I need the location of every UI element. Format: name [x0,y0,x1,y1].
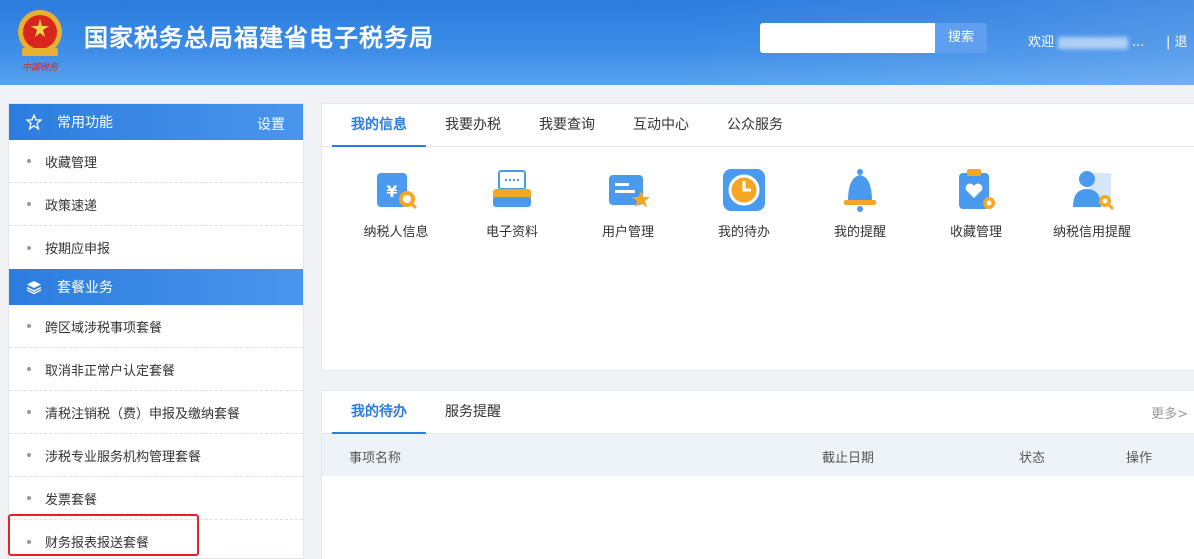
quick-label: 我的待办 [717,225,770,240]
user-name-masked [1058,36,1129,49]
sidebar-item-label: 政策速递 [45,198,98,214]
quick-label: 我的提醒 [833,225,886,240]
tab-my-todo[interactable]: 我的待办 [332,391,426,434]
quick-todo[interactable]: 我的待办 [686,165,802,240]
todo-tabs: 我的待办 服务提醒 [322,391,1194,434]
bullet-icon [27,202,31,206]
sidebar-item-label: 取消非正常户认定套餐 [45,363,176,379]
sidebar-item-label: 跨区域涉税事项套餐 [45,320,163,336]
site-header: 中国税务 国家税务总局福建省电子税务局 搜索 欢迎... | 退 [0,0,1194,85]
sidebar: 常用功能 设置 收藏管理 政策速递 按期应申报 套餐业务 跨区域涉税事项套餐 取… [8,103,304,559]
sidebar-item-label: 涉税专业服务机构管理套餐 [45,449,202,465]
info-tabs: 我的信息 我要办税 我要查询 互动中心 公众服务 [322,104,1194,147]
sidebar-item-cross-region[interactable]: 跨区域涉税事项套餐 [9,305,303,348]
site-title: 国家税务总局福建省电子税务局 [84,24,434,52]
tab-my-info[interactable]: 我的信息 [332,104,426,147]
quick-label: 电子资料 [485,225,538,240]
user-greeting-suffix: ... [1132,35,1145,50]
national-emblem-icon: 中国税务 [18,10,62,73]
column-item-name: 事项名称 [349,451,402,466]
search-input[interactable] [760,23,935,53]
todo-table-header: 事项名称 截止日期 状态 操作 [322,434,1194,476]
bullet-icon [27,245,31,250]
column-status: 状态 [1019,451,1046,466]
quick-favorites[interactable]: 收藏管理 [918,165,1034,240]
sidebar-item-tax-agency[interactable]: 涉税专业服务机构管理套餐 [9,434,303,477]
user-greeting-prefix: 欢迎 [1028,35,1055,50]
column-action: 操作 [1126,451,1153,466]
sidebar-section-title: 常用功能 [57,115,113,131]
user-management-icon [609,175,650,207]
column-deadline: 截止日期 [822,451,875,466]
logout-link[interactable]: | 退 [1166,31,1188,50]
sidebar-item-cancel-abnormal[interactable]: 取消非正常户认定套餐 [9,348,303,391]
quick-user-management[interactable]: 用户管理 [570,165,686,240]
svg-text:中国税务: 中国税务 [22,62,59,73]
more-link[interactable]: 更多> [1151,403,1188,422]
quick-taxpayer-info[interactable]: ¥ 纳税人信息 [338,165,454,240]
star-icon [25,113,43,131]
quick-reminder[interactable]: 我的提醒 [802,165,918,240]
todo-clock-icon [723,169,765,211]
quick-icons: ¥ 纳税人信息 电子资料 用户管理 我的待办 我的提醒 收藏管理 纳税信用提醒 [322,165,1194,240]
taxpayer-info-icon: ¥ [377,173,418,210]
bullet-icon [27,410,31,414]
tab-service-reminder[interactable]: 服务提醒 [426,391,520,433]
e-document-icon [493,170,531,207]
quick-e-document[interactable]: 电子资料 [454,165,570,240]
bullet-icon [27,367,31,371]
tab-interaction[interactable]: 互动中心 [614,104,708,146]
sidebar-item-periodic-filing[interactable]: 按期应申报 [9,226,303,269]
bell-icon [844,169,876,212]
quick-label: 纳税信用提醒 [1052,225,1131,240]
info-panel: 我的信息 我要办税 我要查询 互动中心 公众服务 ¥ 纳税人信息 电子资料 用户… [321,103,1194,371]
sidebar-item-label: 按期应申报 [45,242,111,257]
sidebar-section-title: 套餐业务 [57,280,113,296]
user-greeting[interactable]: 欢迎... [1028,31,1144,50]
todo-panel: 我的待办 服务提醒 更多> 事项名称 截止日期 状态 操作 [321,390,1194,559]
quick-label: 纳税人信息 [363,225,429,240]
quick-label: 收藏管理 [949,225,1002,240]
favorites-icon [959,169,995,209]
quick-label: 用户管理 [601,225,654,240]
layers-icon [25,278,43,296]
tab-query[interactable]: 我要查询 [520,104,614,146]
highlight-box [8,514,199,556]
quick-credit-reminder[interactable]: 纳税信用提醒 [1034,165,1150,240]
tab-do-tax[interactable]: 我要办税 [426,104,520,146]
tab-public-service[interactable]: 公众服务 [708,104,802,146]
sidebar-section-packages[interactable]: 套餐业务 [9,269,303,305]
credit-reminder-icon [1073,171,1115,211]
bullet-icon [27,453,31,457]
sidebar-item-label: 收藏管理 [45,155,98,171]
bullet-icon [27,496,31,500]
sidebar-item-tax-deregistration[interactable]: 清税注销税（费）申报及缴纳套餐 [9,391,303,434]
bullet-icon [27,324,31,328]
sidebar-item-favorites[interactable]: 收藏管理 [9,140,303,183]
sidebar-item-label: 清税注销税（费）申报及缴纳套餐 [45,406,241,422]
bullet-icon [27,159,31,163]
sidebar-item-label: 发票套餐 [45,492,98,508]
sidebar-item-policy[interactable]: 政策速递 [9,183,303,226]
search-button[interactable]: 搜索 [935,23,987,53]
settings-link[interactable]: 设置 [257,114,285,134]
svg-text:¥: ¥ [386,182,397,201]
sidebar-section-common[interactable]: 常用功能 设置 [9,104,303,140]
